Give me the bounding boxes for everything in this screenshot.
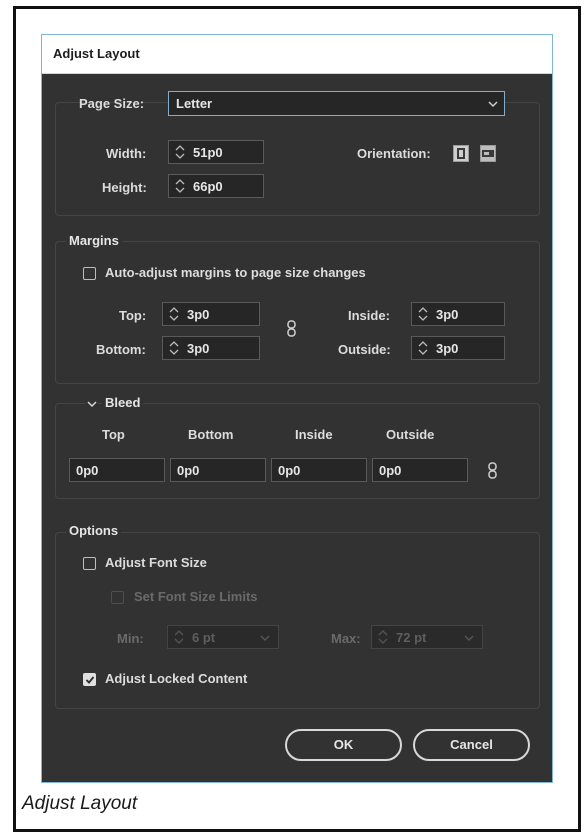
bleed-title: Bleed — [102, 395, 144, 410]
bleed-inside-label: Inside — [295, 427, 333, 442]
stepper-icon[interactable] — [174, 629, 184, 645]
dialog-titlebar: Adjust Layout — [42, 35, 552, 74]
chevron-down-icon[interactable] — [260, 634, 270, 642]
margin-inside-label: Inside: — [348, 308, 390, 323]
chevron-down-icon[interactable] — [86, 399, 98, 409]
margins-title: Margins — [66, 233, 122, 248]
stepper-icon[interactable] — [418, 340, 428, 356]
options-title: Options — [66, 523, 122, 538]
stepper-icon[interactable] — [418, 306, 428, 322]
min-label: Min: — [117, 631, 144, 646]
adjust-font-size-label: Adjust Font Size — [105, 555, 207, 570]
margin-bottom-value: 3p0 — [187, 341, 210, 356]
margin-outside-field[interactable]: 3p0 — [411, 336, 505, 360]
bleed-inside-field[interactable]: 0p0 — [271, 458, 367, 482]
adjust-locked-content-label: Adjust Locked Content — [105, 671, 248, 686]
max-font-size-value: 72 pt — [396, 630, 427, 645]
max-font-size-field[interactable]: 72 pt — [371, 625, 483, 649]
chain-link-icon[interactable] — [287, 320, 296, 337]
auto-adjust-checkbox[interactable] — [83, 267, 96, 280]
width-field[interactable]: 51p0 — [168, 140, 264, 164]
adjust-font-size-checkbox[interactable] — [83, 557, 96, 570]
stepper-icon[interactable] — [169, 340, 179, 356]
adjust-locked-content-checkbox[interactable] — [83, 673, 96, 686]
bleed-outside-field[interactable]: 0p0 — [372, 458, 468, 482]
dialog-title: Adjust Layout — [53, 46, 140, 61]
bleed-bottom-value: 0p0 — [177, 463, 200, 478]
margin-outside-label: Outside: — [338, 342, 391, 357]
figure-caption: Adjust Layout — [22, 793, 138, 814]
chain-link-icon[interactable] — [488, 462, 497, 479]
margin-bottom-label: Bottom: — [96, 342, 146, 357]
bleed-outside-value: 0p0 — [379, 463, 402, 478]
bleed-outside-label: Outside — [386, 427, 435, 442]
bleed-top-field[interactable]: 0p0 — [69, 458, 165, 482]
stepper-icon[interactable] — [175, 178, 185, 194]
adjust-layout-dialog: Adjust Layout Page Size: Letter Width: 5… — [41, 34, 553, 783]
margin-outside-value: 3p0 — [436, 341, 459, 356]
checkmark-icon — [85, 676, 95, 684]
page-size-value: Letter — [176, 96, 213, 111]
ok-button[interactable]: OK — [285, 729, 402, 761]
portrait-icon[interactable] — [453, 145, 469, 162]
cancel-button[interactable]: Cancel — [413, 729, 530, 761]
margin-top-value: 3p0 — [187, 307, 210, 322]
min-font-size-value: 6 pt — [192, 630, 216, 645]
margin-inside-value: 3p0 — [436, 307, 459, 322]
bleed-top-label: Top — [102, 427, 125, 442]
chevron-down-icon — [488, 101, 498, 108]
bleed-bottom-label: Bottom — [188, 427, 234, 442]
margin-top-label: Top: — [119, 308, 147, 323]
margin-bottom-field[interactable]: 3p0 — [162, 336, 260, 360]
height-label: Height: — [102, 180, 147, 195]
stepper-icon[interactable] — [378, 629, 388, 645]
width-value: 51p0 — [193, 145, 223, 160]
min-font-size-field[interactable]: 6 pt — [167, 625, 279, 649]
stepper-icon[interactable] — [175, 144, 185, 160]
orientation-label: Orientation: — [357, 146, 431, 161]
landscape-icon[interactable] — [480, 145, 496, 162]
page-size-dropdown[interactable]: Letter — [168, 91, 505, 116]
page-size-label: Page Size: — [79, 96, 145, 111]
stepper-icon[interactable] — [169, 306, 179, 322]
chevron-down-icon[interactable] — [464, 634, 474, 642]
bleed-bottom-field[interactable]: 0p0 — [170, 458, 266, 482]
margin-top-field[interactable]: 3p0 — [162, 302, 260, 326]
bleed-top-value: 0p0 — [76, 463, 99, 478]
width-label: Width: — [106, 146, 147, 161]
height-field[interactable]: 66p0 — [168, 174, 264, 198]
auto-adjust-label: Auto-adjust margins to page size changes — [105, 265, 366, 280]
margin-inside-field[interactable]: 3p0 — [411, 302, 505, 326]
max-label: Max: — [331, 631, 361, 646]
height-value: 66p0 — [193, 179, 223, 194]
set-font-size-limits-label: Set Font Size Limits — [134, 589, 258, 604]
set-font-size-limits-checkbox[interactable] — [111, 591, 124, 604]
bleed-inside-value: 0p0 — [278, 463, 301, 478]
bleed-group — [55, 403, 540, 499]
